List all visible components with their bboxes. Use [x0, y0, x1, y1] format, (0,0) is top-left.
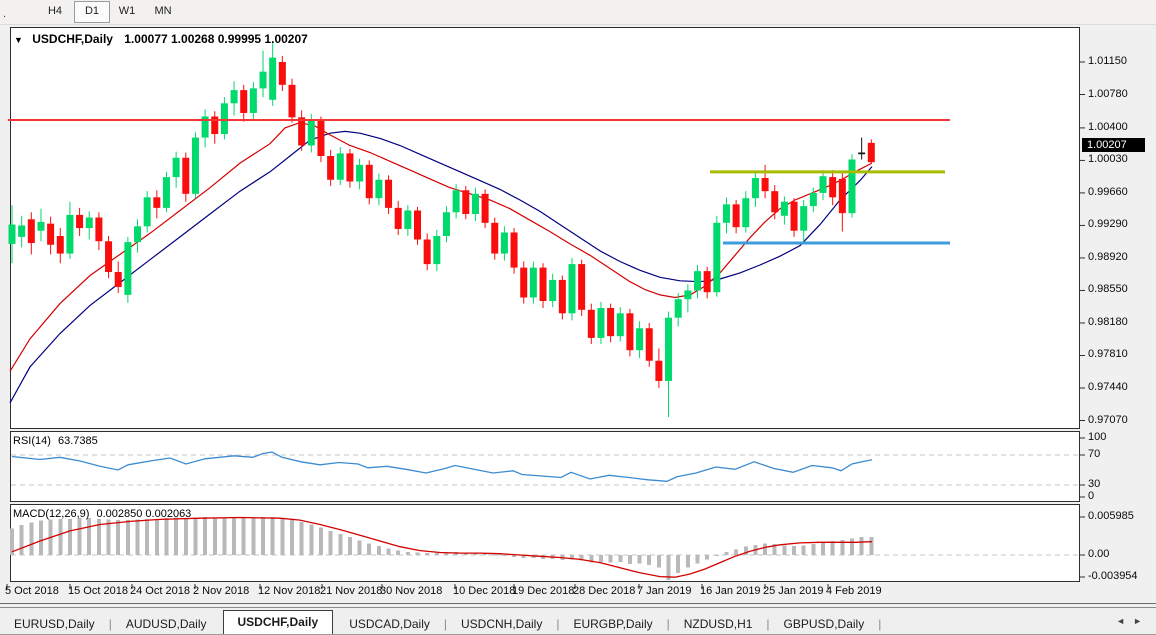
tab-usdcad[interactable]: USDCAD,Daily: [335, 615, 444, 634]
date-axis-label: 5 Oct 2018: [5, 585, 59, 597]
date-axis-label: 19 Dec 2018: [512, 585, 575, 597]
tab-eurgbp[interactable]: EURGBP,Daily: [559, 615, 666, 634]
tab-scroll-right-icon: ►: [1133, 616, 1150, 626]
macd-axis-label: 0.005985: [1088, 510, 1134, 522]
macd-axis-label: 0.00: [1088, 548, 1110, 560]
price-axis-label: 0.99660: [1088, 185, 1128, 198]
macd-name: MACD(12,26,9): [13, 508, 90, 520]
price-axis-label: 1.01150: [1088, 55, 1127, 67]
tab-nzdusd[interactable]: NZDUSD,H1: [670, 615, 767, 634]
tab-separator: |: [878, 617, 882, 631]
tab-eurusd[interactable]: EURUSD,Daily: [0, 615, 109, 634]
date-axis-label: 2 Nov 2018: [193, 585, 250, 597]
date-axis-label: 16 Jan 2019: [700, 585, 761, 597]
price-axis-label: 0.98180: [1088, 315, 1128, 328]
date-axis-label: 7 Jan 2019: [637, 585, 692, 597]
tab-scroll-arrows[interactable]: ◄►: [1116, 616, 1150, 626]
price-axis-label: 1.00030: [1088, 153, 1128, 166]
macd-axis-label: -0.003954: [1088, 570, 1138, 582]
date-axis-label: 4 Feb 2019: [826, 585, 882, 597]
chart-title: ▼ USDCHF,Daily 1.00077 1.00268 0.99995 1…: [14, 32, 308, 46]
date-axis-label: 12 Nov 2018: [258, 585, 321, 597]
terminal-window: . H4 D1 W1 MN 1.01150 1.00780 1.00400 1.000…: [0, 0, 1156, 635]
macd-indicator-label: MACD(12,26,9) 0.002850 0.002063: [13, 508, 191, 520]
date-axis-label: 30 Nov 2018: [380, 585, 443, 597]
tab-scroll-left-icon: ◄: [1116, 616, 1134, 626]
chart-dropdown-icon[interactable]: ▼: [14, 35, 23, 45]
rsi-value: 63.7385: [57, 435, 98, 447]
date-axis-label: 24 Oct 2018: [130, 585, 190, 597]
price-axis-label: 0.97440: [1088, 380, 1128, 393]
tab-audusd[interactable]: AUDUSD,Daily: [112, 615, 221, 634]
price-axis-label: 0.98550: [1088, 283, 1128, 296]
price-axis-label: 0.97810: [1088, 348, 1128, 361]
current-price-badge: 1.00207: [1082, 138, 1145, 152]
price-axis-label: 1.00400: [1088, 120, 1128, 133]
rsi-axis-label: 30: [1088, 478, 1101, 490]
rsi-axis-label: 100: [1088, 431, 1107, 443]
rsi-axis-label: 70: [1088, 448, 1101, 460]
chart-ohlc-values: 1.00077 1.00268 0.99995 1.00207: [124, 32, 308, 46]
price-axis-label: 0.98920: [1088, 250, 1128, 263]
date-axis-label: 28 Dec 2018: [573, 585, 636, 597]
date-axis-label: 10 Dec 2018: [453, 585, 516, 597]
macd-value: 0.002850 0.002063: [96, 508, 192, 520]
price-axis-label: 0.97070: [1088, 413, 1128, 426]
tab-gbpusd[interactable]: GBPUSD,Daily: [770, 615, 879, 634]
tab-usdchf-active[interactable]: USDCHF,Daily: [222, 610, 334, 634]
symbol-tab-bar: EURUSD,Daily | AUDUSD,Daily USDCHF,Daily …: [0, 607, 1156, 635]
rsi-axis-label: 0: [1088, 490, 1095, 502]
price-axis-label: 0.99290: [1088, 218, 1128, 231]
chart-symbol-label: USDCHF,Daily: [32, 32, 113, 46]
date-axis-label: 25 Jan 2019: [763, 585, 824, 597]
price-axis-label: 1.00780: [1088, 87, 1128, 100]
date-axis-label: 21 Nov 2018: [320, 585, 383, 597]
tab-usdcnh[interactable]: USDCNH,Daily: [447, 615, 556, 634]
rsi-name: RSI(14): [13, 435, 51, 447]
rsi-indicator-label: RSI(14) 63.7385: [13, 435, 98, 447]
date-axis-label: 15 Oct 2018: [68, 585, 128, 597]
